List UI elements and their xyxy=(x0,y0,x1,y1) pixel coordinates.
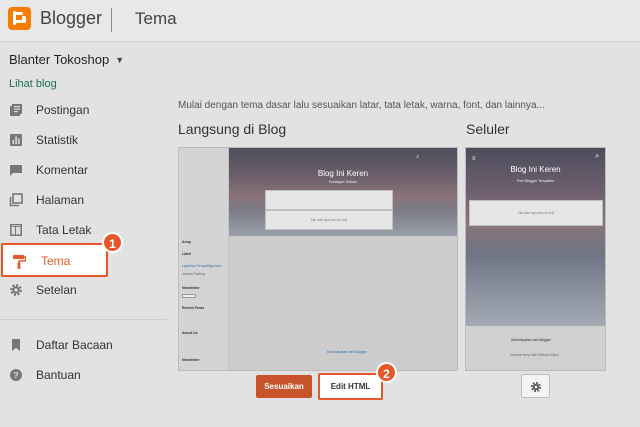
preview-label: About Us xyxy=(182,331,198,335)
preview-label: Newsletter xyxy=(182,286,200,290)
header-divider xyxy=(111,8,112,32)
sidebar-item-tata-letak[interactable]: Tata Letak xyxy=(0,216,165,244)
stats-icon xyxy=(9,133,23,147)
paint-roller-icon xyxy=(12,254,27,269)
blog-name: Blanter Tokoshop xyxy=(9,52,110,67)
mobile-title: Seluler xyxy=(466,121,510,137)
step-badge-2: 2 xyxy=(376,362,397,383)
bookmark-icon xyxy=(9,338,23,352)
preview-label: Label xyxy=(182,252,192,256)
pages-icon xyxy=(9,193,23,207)
preview-blog-subtitle: Postingan Terbaru xyxy=(328,180,358,184)
edit-html-button[interactable]: Edit HTML xyxy=(318,373,383,400)
sidebar-item-tema[interactable]: Tema xyxy=(1,243,108,277)
comment-icon xyxy=(9,163,23,177)
preview-link: Laporkan Penyalahgunaan xyxy=(182,264,222,268)
sidebar-item-label: Statistik xyxy=(36,133,79,147)
preview-label: Recent Posts xyxy=(182,306,205,310)
mobile-theme-preview[interactable]: Blog Ini Keren Free Blogger Templates ≡ … xyxy=(465,147,606,371)
mobile-hero: Blog Ini Keren Free Blogger Templates ≡ … xyxy=(466,148,605,326)
sidebar-item-label: Bantuan xyxy=(36,368,81,382)
posts-icon xyxy=(9,103,23,117)
sidebar-item-postingan[interactable]: Postingan xyxy=(0,96,165,124)
preview-label: Newsletter xyxy=(182,358,200,362)
layout-icon xyxy=(9,223,23,237)
mobile-search-icon: ⌕ xyxy=(595,153,599,160)
caret-down-icon: ▼ xyxy=(115,54,125,65)
page-title: Tema xyxy=(135,9,177,28)
intro-text: Mulai dengan tema dasar lalu sesuaikan l… xyxy=(178,100,545,111)
gear-icon xyxy=(530,380,542,398)
sidebar-item-label: Halaman xyxy=(36,193,85,207)
mobile-footer: Diberdayakan oleh Blogger Gambar tema ol… xyxy=(466,326,605,370)
sidebar-item-label: Setelan xyxy=(36,283,77,297)
preview-blog-title: Blog Ini Keren xyxy=(317,169,369,178)
sidebar-item-bantuan[interactable]: ? Bantuan xyxy=(0,361,165,389)
blog-selector[interactable]: Blanter Tokoshop ▼ xyxy=(9,52,124,67)
menu-icon: ≡ xyxy=(472,156,476,162)
mobile-footer-theme: Gambar tema oleh Michael Elkan xyxy=(510,353,559,357)
gear-icon xyxy=(9,283,23,297)
sidebar-item-halaman[interactable]: Halaman xyxy=(0,186,165,214)
mobile-footer-powered: Diberdayakan oleh Blogger xyxy=(511,338,551,342)
sidebar-item-setelan[interactable]: Setelan xyxy=(0,276,165,304)
preview-footer: Diberdayakan oleh Blogger xyxy=(327,350,367,354)
step-badge-1: 1 xyxy=(102,232,123,253)
live-blog-title: Langsung di Blog xyxy=(178,121,287,137)
preview-label: Arsip xyxy=(182,240,191,244)
mobile-settings-button[interactable] xyxy=(521,374,550,398)
sidebar-item-label: Postingan xyxy=(36,103,90,117)
sidebar-item-label: Tema xyxy=(41,254,71,268)
sidebar-item-label: Daftar Bacaan xyxy=(36,338,113,352)
preview-card-top xyxy=(265,190,393,210)
customize-button[interactable]: Sesuaikan xyxy=(256,375,312,398)
sidebar-item-label: Komentar xyxy=(36,163,89,177)
sidebar-item-komentar[interactable]: Komentar xyxy=(0,156,165,184)
preview-sidebar: Arsip Label Laporkan Penyalahgunaan Juml… xyxy=(179,148,229,370)
preview-text: Jumlah Posting xyxy=(182,272,205,276)
sidebar-item-label: Tata Letak xyxy=(36,223,92,237)
mobile-blog-title: Blog Ini Keren xyxy=(510,165,561,174)
sidebar-item-daftar-bacaan[interactable]: Daftar Bacaan xyxy=(0,331,165,359)
help-icon: ? xyxy=(9,368,23,382)
preview-card-post: Tak ada apa pun di sini! xyxy=(265,210,393,230)
preview-search-icon: ⌕ xyxy=(416,154,419,160)
blogger-logo-icon[interactable] xyxy=(8,7,31,30)
brand-name[interactable]: Blogger xyxy=(40,8,102,29)
top-header: Blogger Tema xyxy=(0,0,640,42)
svg-text:?: ? xyxy=(13,370,18,380)
desktop-theme-preview[interactable]: Blog Ini Keren Postingan Terbaru ⌕ Arsip… xyxy=(178,147,458,371)
sidebar-item-statistik[interactable]: Statistik xyxy=(0,126,165,154)
sidebar-divider xyxy=(0,319,167,320)
mobile-blog-subtitle: Free Blogger Templates xyxy=(516,179,555,183)
view-blog-link[interactable]: Lihat blog xyxy=(9,78,57,90)
mobile-card-post: Tak ada apa pun di sini! xyxy=(469,200,603,226)
